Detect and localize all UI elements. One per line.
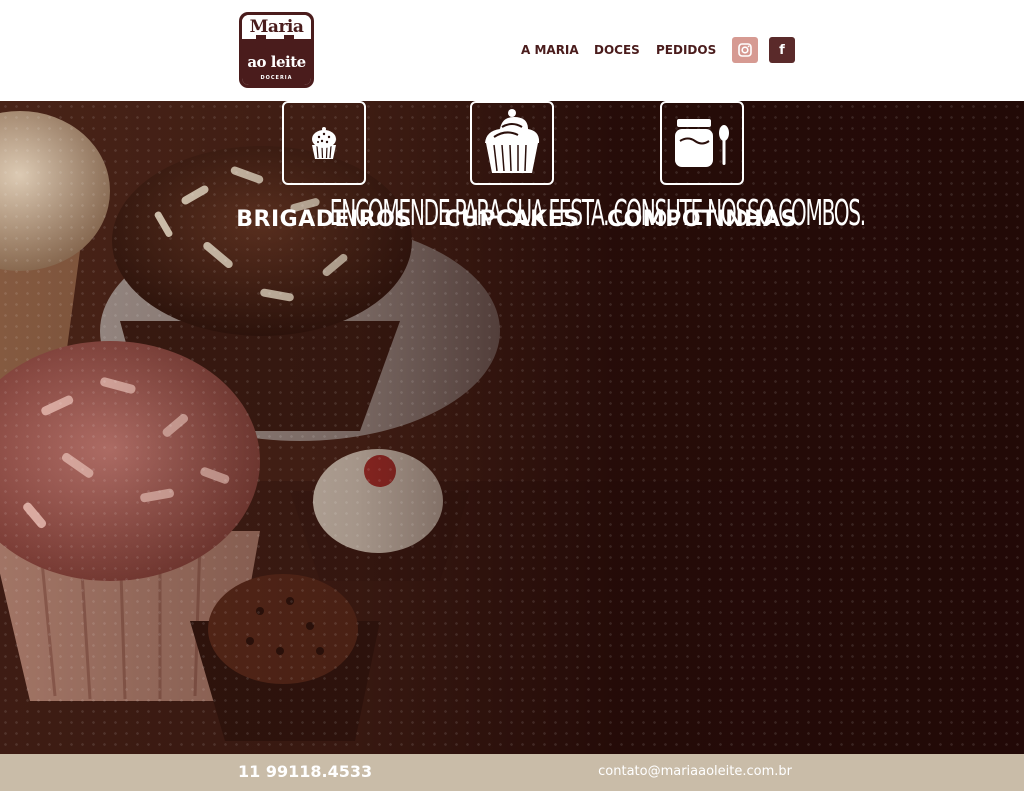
site-header: Maria ao leite DOCERIA A MARIA DOCES PED… [0,0,1024,101]
hero-banner: ENCOMENDE PARA SUA FESTA. CONSUTE NOSSO … [0,101,1024,754]
contact-phone[interactable]: 11 99118.4533 [238,762,372,781]
category-icon-box[interactable] [660,101,744,185]
site-footer: 11 99118.4533 contato@mariaaoleite.com.b… [0,754,1024,791]
logo-drip [256,35,266,51]
brigadeiro-icon [312,127,336,159]
logo-word-ao-leite: ao leite [247,53,306,71]
logo-word-doceria: DOCERIA [260,75,293,81]
category-icon-box[interactable] [282,101,366,185]
instagram-button[interactable] [732,37,758,63]
contact-email[interactable]: contato@mariaaoleite.com.br [598,764,792,779]
category-label-compotinhas[interactable]: COMPOTINHAS [582,207,822,232]
facebook-icon: f [779,42,785,58]
jar-spoon-icon [675,119,729,167]
logo-inner: Maria ao leite DOCERIA [242,15,311,85]
nav-link-pedidos[interactable]: PEDIDOS [656,43,716,57]
logo-word-maria: Maria [249,17,304,37]
nav-link-doces[interactable]: DOCES [594,43,640,57]
cupcake-icon [485,109,540,173]
nav-link-a-maria[interactable]: A MARIA [521,43,579,57]
facebook-button[interactable]: f [769,37,795,63]
brand-logo[interactable]: Maria ao leite DOCERIA [239,12,314,88]
logo-drip [284,35,294,55]
category-icon-box[interactable] [470,101,554,185]
instagram-icon [738,43,752,57]
